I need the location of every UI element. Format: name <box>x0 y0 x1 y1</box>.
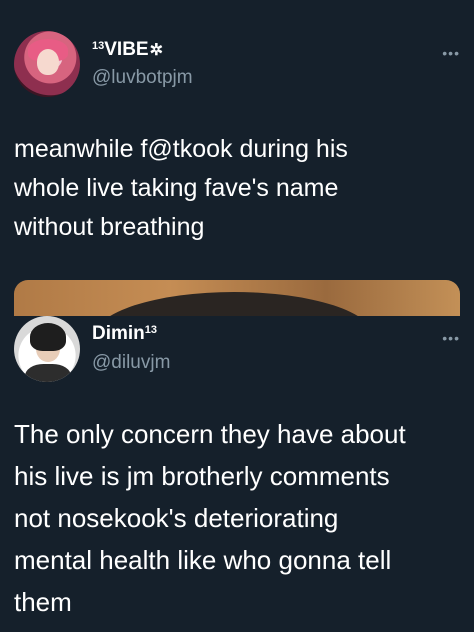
avatar-face <box>37 49 59 75</box>
display-name[interactable]: 13VIBE✲ <box>92 39 163 61</box>
avatar-body <box>25 364 71 382</box>
tweet-text: meanwhile f@tkook during his whole live … <box>14 135 348 241</box>
more-options-icon[interactable]: ••• <box>442 330 460 346</box>
avatar-hair <box>30 323 66 351</box>
avatar[interactable] <box>14 316 80 382</box>
handle[interactable]: @diluvjm <box>92 352 170 374</box>
display-name[interactable]: Dimin13 <box>92 323 157 345</box>
handle[interactable]: @luvbotpjm <box>92 67 193 89</box>
avatar[interactable] <box>14 31 80 97</box>
tweet-luvbotpjm: 13VIBE✲ @luvbotpjm ••• meanwhile f@tkook… <box>0 0 474 316</box>
tweet-text: The only concern they have about his liv… <box>14 419 406 617</box>
media-preview[interactable] <box>14 280 460 316</box>
media-head-shape <box>94 292 374 316</box>
sparkle-icon: ✲ <box>149 42 164 59</box>
more-options-icon[interactable]: ••• <box>442 45 460 61</box>
